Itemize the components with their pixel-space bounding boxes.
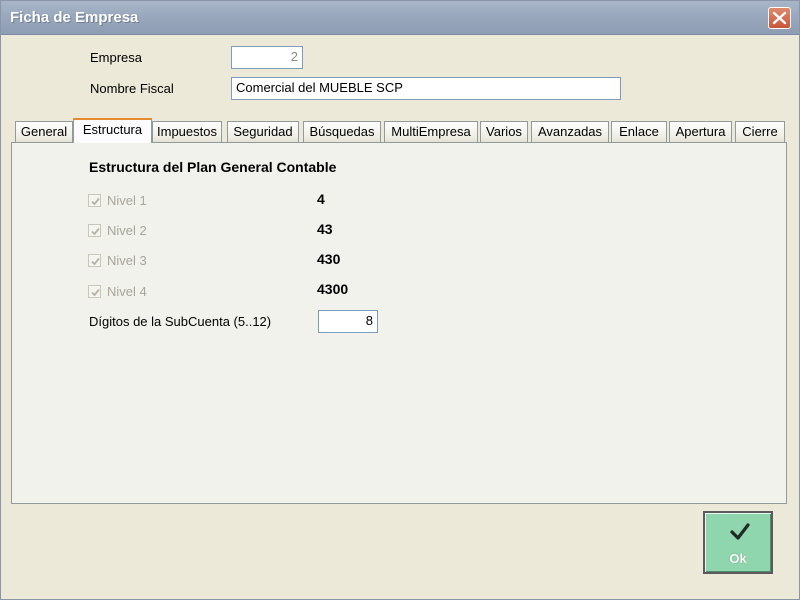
nivel-1-checkbox[interactable] [88, 194, 101, 207]
ok-button[interactable]: Ok [703, 511, 773, 574]
tab-multiempresa[interactable]: MultiEmpresa [384, 121, 478, 142]
nivel-2-checkbox[interactable] [88, 224, 101, 237]
nombre-fiscal-label: Nombre Fiscal [90, 81, 174, 96]
subcuenta-digits-field[interactable]: 8 [318, 310, 378, 333]
nivel-2-label: Nivel 2 [107, 223, 147, 238]
nivel-1-value: 4 [317, 191, 325, 207]
tab-busquedas[interactable]: Búsquedas [303, 121, 381, 142]
close-icon [772, 11, 787, 25]
title-bar[interactable]: Ficha de Empresa [1, 1, 799, 35]
checkmark-icon [730, 523, 750, 540]
tab-varios[interactable]: Varios [480, 121, 528, 142]
tab-general[interactable]: General [15, 121, 73, 142]
section-title: Estructura del Plan General Contable [89, 159, 337, 175]
tab-impuestos[interactable]: Impuestos [152, 121, 222, 142]
nombre-fiscal-field[interactable]: Comercial del MUEBLE SCP [231, 77, 621, 100]
ok-button-label: Ok [729, 551, 747, 566]
nivel-3-label: Nivel 3 [107, 253, 147, 268]
subcuenta-digits-label: Dígitos de la SubCuenta (5..12) [89, 314, 272, 329]
nivel-3-value: 430 [317, 251, 341, 267]
checkmark-icon [91, 288, 100, 297]
window-title: Ficha de Empresa [10, 9, 139, 26]
empresa-label: Empresa [90, 50, 143, 65]
close-button[interactable] [768, 7, 791, 29]
tab-enlace[interactable]: Enlace [611, 121, 667, 142]
nivel-4-label: Nivel 4 [107, 284, 147, 299]
nivel-3-checkbox[interactable] [88, 254, 101, 267]
nivel-4-checkbox[interactable] [88, 285, 101, 298]
ficha-empresa-window: Ficha de Empresa Empresa 2 Nombre Fiscal… [0, 0, 800, 600]
nivel-4-value: 4300 [317, 281, 349, 297]
tab-estructura[interactable]: Estructura [73, 118, 152, 143]
tab-avanzadas[interactable]: Avanzadas [531, 121, 609, 142]
checkmark-icon [91, 197, 100, 206]
nivel-1-label: Nivel 1 [107, 193, 147, 208]
checkmark-icon [91, 257, 100, 266]
checkmark-icon [91, 227, 100, 236]
nivel-2-value: 43 [317, 221, 333, 237]
tab-cierre[interactable]: Cierre [735, 121, 785, 142]
tab-seguridad[interactable]: Seguridad [227, 121, 299, 142]
empresa-field[interactable]: 2 [231, 46, 303, 69]
tab-apertura[interactable]: Apertura [669, 121, 732, 142]
